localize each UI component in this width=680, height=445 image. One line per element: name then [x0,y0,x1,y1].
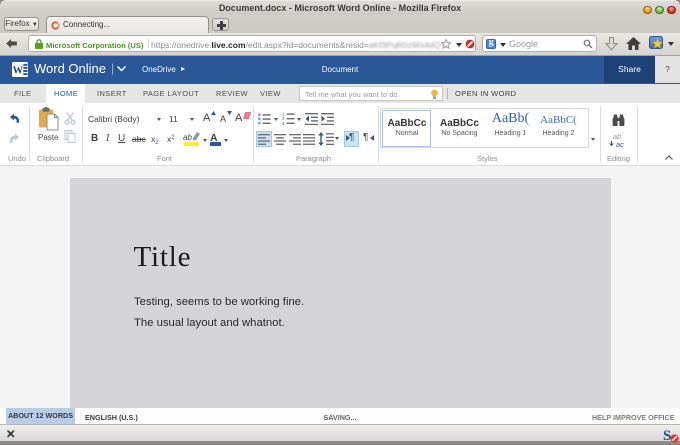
svg-text:3: 3 [282,121,285,125]
